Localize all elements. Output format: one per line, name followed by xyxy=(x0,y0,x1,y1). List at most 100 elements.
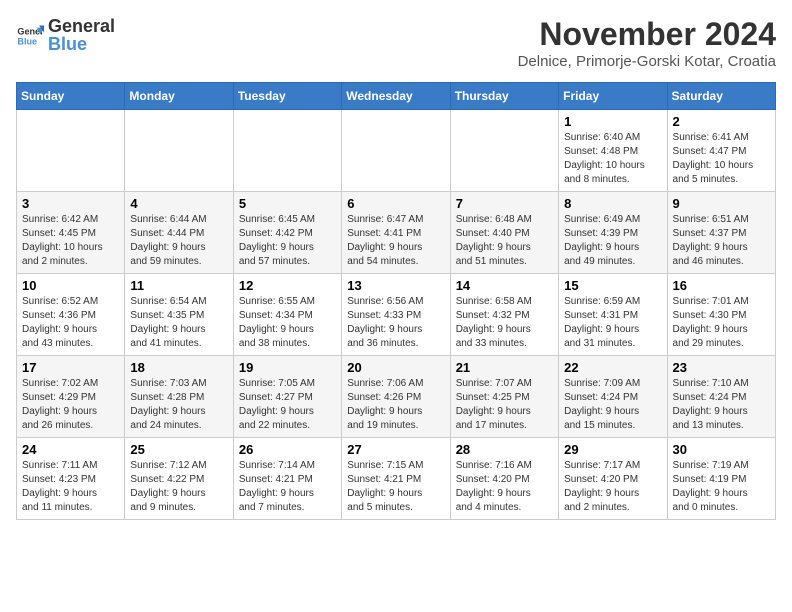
day-number: 21 xyxy=(456,360,553,375)
day-number: 18 xyxy=(130,360,227,375)
day-number: 11 xyxy=(130,278,227,293)
day-info: Sunrise: 7:02 AM Sunset: 4:29 PM Dayligh… xyxy=(22,377,119,433)
weekday-header-sunday: Sunday xyxy=(17,83,125,110)
day-number: 4 xyxy=(130,196,227,211)
calendar-cell: 27 Sunrise: 7:15 AM Sunset: 4:21 PM Dayli… xyxy=(342,438,450,520)
day-number: 3 xyxy=(22,196,119,211)
logo: General Blue General Blue xyxy=(16,16,115,55)
calendar-cell: 22 Sunrise: 7:09 AM Sunset: 4:24 PM Dayli… xyxy=(559,356,667,438)
day-info: Sunrise: 7:07 AM Sunset: 4:25 PM Dayligh… xyxy=(456,377,553,433)
day-number: 17 xyxy=(22,360,119,375)
day-info: Sunrise: 7:17 AM Sunset: 4:20 PM Dayligh… xyxy=(564,459,661,515)
calendar-cell: 13 Sunrise: 6:56 AM Sunset: 4:33 PM Dayli… xyxy=(342,274,450,356)
month-title: November 2024 xyxy=(518,16,776,53)
calendar-cell: 3 Sunrise: 6:42 AM Sunset: 4:45 PM Daylig… xyxy=(17,192,125,274)
day-number: 12 xyxy=(239,278,336,293)
day-info: Sunrise: 6:58 AM Sunset: 4:32 PM Dayligh… xyxy=(456,295,553,351)
calendar-cell: 14 Sunrise: 6:58 AM Sunset: 4:32 PM Dayli… xyxy=(450,274,558,356)
day-info: Sunrise: 6:59 AM Sunset: 4:31 PM Dayligh… xyxy=(564,295,661,351)
calendar-week-row: 3 Sunrise: 6:42 AM Sunset: 4:45 PM Daylig… xyxy=(17,192,776,274)
calendar-cell: 15 Sunrise: 6:59 AM Sunset: 4:31 PM Dayli… xyxy=(559,274,667,356)
calendar-cell xyxy=(125,110,233,192)
calendar-cell: 7 Sunrise: 6:48 AM Sunset: 4:40 PM Daylig… xyxy=(450,192,558,274)
day-info: Sunrise: 6:47 AM Sunset: 4:41 PM Dayligh… xyxy=(347,213,444,269)
day-info: Sunrise: 7:06 AM Sunset: 4:26 PM Dayligh… xyxy=(347,377,444,433)
calendar-cell: 2Sunrise: 6:41 AM Sunset: 4:47 PM Daylig… xyxy=(667,110,775,192)
calendar-cell: 21 Sunrise: 7:07 AM Sunset: 4:25 PM Dayli… xyxy=(450,356,558,438)
weekday-header-monday: Monday xyxy=(125,83,233,110)
day-info: Sunrise: 6:45 AM Sunset: 4:42 PM Dayligh… xyxy=(239,213,336,269)
day-info: Sunrise: 7:15 AM Sunset: 4:21 PM Dayligh… xyxy=(347,459,444,515)
calendar-cell: 28 Sunrise: 7:16 AM Sunset: 4:20 PM Dayli… xyxy=(450,438,558,520)
calendar-cell: 8 Sunrise: 6:49 AM Sunset: 4:39 PM Daylig… xyxy=(559,192,667,274)
day-info: Sunrise: 6:49 AM Sunset: 4:39 PM Dayligh… xyxy=(564,213,661,269)
calendar-week-row: 1 Sunrise: 6:40 AM Sunset: 4:48 PM Daylig… xyxy=(17,110,776,192)
calendar-cell: 19Sunrise: 7:05 AM Sunset: 4:27 PM Dayli… xyxy=(233,356,341,438)
day-number: 28 xyxy=(456,442,553,457)
day-info: Sunrise: 6:51 AM Sunset: 4:37 PM Dayligh… xyxy=(673,213,770,269)
day-info: Sunrise: 6:40 AM Sunset: 4:48 PM Dayligh… xyxy=(564,131,661,187)
day-number: 15 xyxy=(564,278,661,293)
day-info: Sunrise: 6:44 AM Sunset: 4:44 PM Dayligh… xyxy=(130,213,227,269)
day-info: Sunrise: 6:55 AM Sunset: 4:34 PM Dayligh… xyxy=(239,295,336,351)
day-number: 24 xyxy=(22,442,119,457)
day-info: Sunrise: 6:42 AM Sunset: 4:45 PM Dayligh… xyxy=(22,213,119,269)
day-info: Sunrise: 7:11 AM Sunset: 4:23 PM Dayligh… xyxy=(22,459,119,515)
weekday-header-wednesday: Wednesday xyxy=(342,83,450,110)
day-info: Sunrise: 7:03 AM Sunset: 4:28 PM Dayligh… xyxy=(130,377,227,433)
day-number: 5 xyxy=(239,196,336,211)
day-info: Sunrise: 7:19 AM Sunset: 4:19 PM Dayligh… xyxy=(673,459,770,515)
day-info: Sunrise: 7:14 AM Sunset: 4:21 PM Dayligh… xyxy=(239,459,336,515)
calendar-cell xyxy=(342,110,450,192)
calendar-cell: 5 Sunrise: 6:45 AM Sunset: 4:42 PM Daylig… xyxy=(233,192,341,274)
calendar-cell: 4 Sunrise: 6:44 AM Sunset: 4:44 PM Daylig… xyxy=(125,192,233,274)
title-section: November 2024 Delnice, Primorje-Gorski K… xyxy=(518,16,776,70)
day-number: 25 xyxy=(130,442,227,457)
day-number: 7 xyxy=(456,196,553,211)
day-number: 16 xyxy=(673,278,770,293)
calendar-cell: 17 Sunrise: 7:02 AM Sunset: 4:29 PM Dayli… xyxy=(17,356,125,438)
day-number: 13 xyxy=(347,278,444,293)
calendar-week-row: 17 Sunrise: 7:02 AM Sunset: 4:29 PM Dayli… xyxy=(17,356,776,438)
weekday-header-thursday: Thursday xyxy=(450,83,558,110)
day-number: 27 xyxy=(347,442,444,457)
svg-text:Blue: Blue xyxy=(17,36,37,46)
calendar-cell: 25 Sunrise: 7:12 AM Sunset: 4:22 PM Dayli… xyxy=(125,438,233,520)
page-header: General Blue General Blue November 2024 … xyxy=(16,16,776,70)
calendar-cell xyxy=(17,110,125,192)
day-number: 8 xyxy=(564,196,661,211)
calendar-cell: 18 Sunrise: 7:03 AM Sunset: 4:28 PM Dayli… xyxy=(125,356,233,438)
calendar-cell: 10Sunrise: 6:52 AM Sunset: 4:36 PM Dayli… xyxy=(17,274,125,356)
day-number: 23 xyxy=(673,360,770,375)
calendar-cell: 16 Sunrise: 7:01 AM Sunset: 4:30 PM Dayli… xyxy=(667,274,775,356)
calendar-cell: 29Sunrise: 7:17 AM Sunset: 4:20 PM Dayli… xyxy=(559,438,667,520)
day-info: Sunrise: 7:09 AM Sunset: 4:24 PM Dayligh… xyxy=(564,377,661,433)
day-info: Sunrise: 7:05 AM Sunset: 4:27 PM Dayligh… xyxy=(239,377,336,433)
day-number: 6 xyxy=(347,196,444,211)
logo-icon: General Blue xyxy=(16,22,44,50)
day-info: Sunrise: 7:16 AM Sunset: 4:20 PM Dayligh… xyxy=(456,459,553,515)
day-number: 14 xyxy=(456,278,553,293)
calendar-cell: 23 Sunrise: 7:10 AM Sunset: 4:24 PM Dayli… xyxy=(667,356,775,438)
weekday-header-saturday: Saturday xyxy=(667,83,775,110)
weekday-header-tuesday: Tuesday xyxy=(233,83,341,110)
day-number: 22 xyxy=(564,360,661,375)
calendar-cell: 9Sunrise: 6:51 AM Sunset: 4:37 PM Daylig… xyxy=(667,192,775,274)
calendar-week-row: 24 Sunrise: 7:11 AM Sunset: 4:23 PM Dayli… xyxy=(17,438,776,520)
day-number: 2 xyxy=(673,114,770,129)
calendar-cell xyxy=(233,110,341,192)
day-info: Sunrise: 6:56 AM Sunset: 4:33 PM Dayligh… xyxy=(347,295,444,351)
calendar-cell: 12 Sunrise: 6:55 AM Sunset: 4:34 PM Dayli… xyxy=(233,274,341,356)
weekday-header-friday: Friday xyxy=(559,83,667,110)
day-info: Sunrise: 6:52 AM Sunset: 4:36 PM Dayligh… xyxy=(22,295,119,351)
weekday-header-row: SundayMondayTuesdayWednesdayThursdayFrid… xyxy=(17,83,776,110)
day-number: 30 xyxy=(673,442,770,457)
day-number: 1 xyxy=(564,114,661,129)
calendar-cell xyxy=(450,110,558,192)
day-info: Sunrise: 7:01 AM Sunset: 4:30 PM Dayligh… xyxy=(673,295,770,351)
day-info: Sunrise: 7:10 AM Sunset: 4:24 PM Dayligh… xyxy=(673,377,770,433)
day-info: Sunrise: 6:48 AM Sunset: 4:40 PM Dayligh… xyxy=(456,213,553,269)
day-number: 26 xyxy=(239,442,336,457)
location-subtitle: Delnice, Primorje-Gorski Kotar, Croatia xyxy=(518,53,776,70)
day-info: Sunrise: 7:12 AM Sunset: 4:22 PM Dayligh… xyxy=(130,459,227,515)
